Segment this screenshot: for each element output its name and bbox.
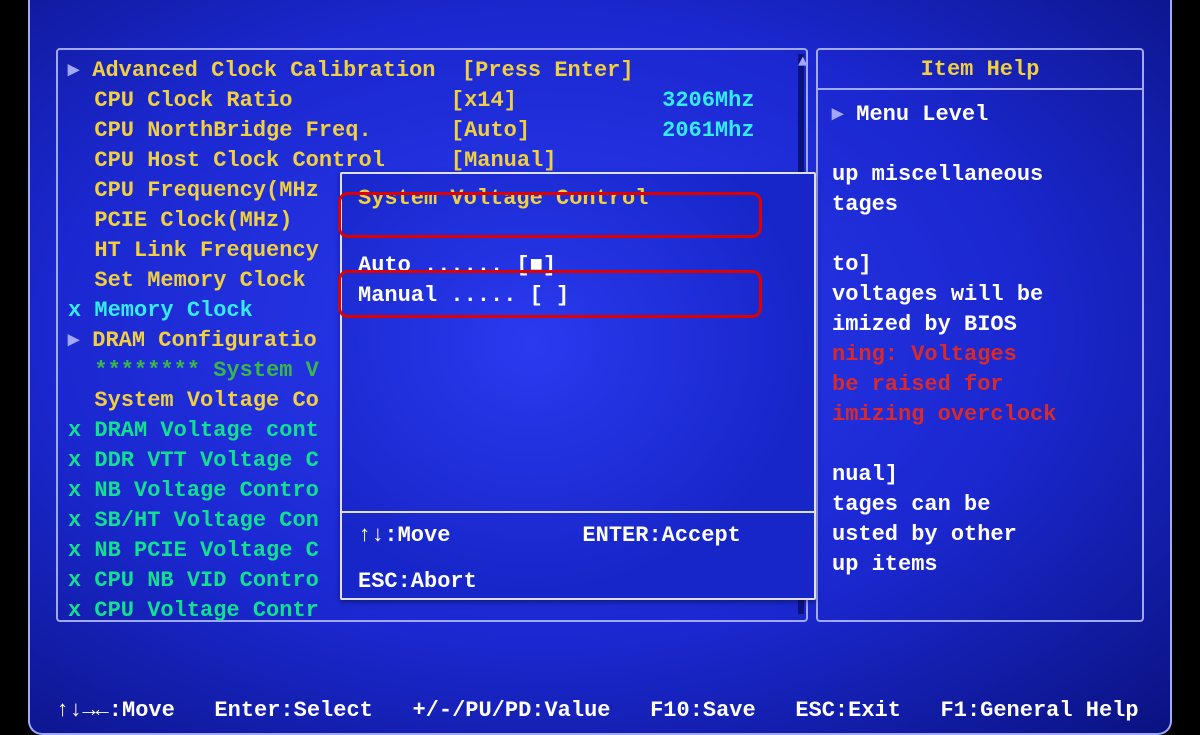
row-label: NB Voltage Contro	[94, 478, 318, 503]
row-prefix-icon	[68, 358, 94, 383]
row-label: HT Link Frequency	[94, 238, 318, 263]
row-prefix-icon: x	[68, 418, 94, 443]
help-line: nual]	[832, 460, 1128, 490]
scroll-up-icon[interactable]: ▲	[798, 54, 804, 70]
help-line: ning: Voltages	[832, 340, 1128, 370]
row-label: DRAM Voltage cont	[94, 418, 318, 443]
help-line: tages can be	[832, 490, 1128, 520]
row-label: CPU Voltage Contr	[94, 598, 318, 623]
row-info: 3206Mhz	[662, 88, 754, 113]
row-prefix-icon	[68, 208, 94, 233]
popup-hint-move: ↑↓:Move ENTER:Accept	[342, 513, 814, 559]
row-label: CPU NB VID Contro	[94, 568, 318, 593]
help-pane: Item Help ▸ Menu Level up miscellaneoust…	[816, 48, 1144, 622]
row-prefix-icon: x	[68, 598, 94, 623]
help-line: up miscellaneous	[832, 160, 1128, 190]
row-label: CPU Host Clock Control	[94, 148, 424, 173]
help-line	[832, 430, 1128, 460]
voltage-popup: System Voltage Control Auto ...... [■] M…	[340, 172, 816, 600]
help-line: up items	[832, 550, 1128, 580]
row-label: DDR VTT Voltage C	[94, 448, 318, 473]
setting-row[interactable]: CPU NorthBridge Freq. [Auto] 2061Mhz	[62, 116, 802, 146]
row-prefix-icon: x	[68, 538, 94, 563]
footer-line-1: ↑↓→←:Move Enter:Select +/-/PU/PD:Value F…	[56, 696, 1144, 726]
help-line: tages	[832, 190, 1128, 220]
option-manual[interactable]: Manual ..... [ ]	[342, 281, 814, 311]
row-label: Advanced Clock Calibration	[92, 58, 435, 83]
row-label: Set Memory Clock	[94, 268, 318, 293]
row-prefix-icon: x	[68, 568, 94, 593]
row-prefix-icon	[68, 178, 94, 203]
row-prefix-icon: x	[68, 298, 94, 323]
row-value: [Manual]	[451, 148, 623, 173]
row-prefix-icon: ▸	[68, 58, 92, 83]
menu-level-label: ▸ Menu Level	[832, 100, 1128, 130]
row-label: DRAM Configuratio	[92, 328, 316, 353]
popup-title: System Voltage Control	[342, 182, 814, 215]
row-prefix-icon	[68, 238, 94, 263]
help-line	[832, 220, 1128, 250]
popup-hint-esc: ESC:Abort	[342, 559, 814, 605]
option-auto[interactable]: Auto ...... [■]	[342, 251, 814, 281]
row-label: System Voltage Co	[94, 388, 318, 413]
row-prefix-icon: x	[68, 508, 94, 533]
row-prefix-icon	[68, 88, 94, 113]
row-prefix-icon	[68, 148, 94, 173]
row-label: CPU NorthBridge Freq.	[94, 118, 424, 143]
help-line: voltages will be	[832, 280, 1128, 310]
footer-hints: ↑↓→←:Move Enter:Select +/-/PU/PD:Value F…	[56, 636, 1144, 735]
row-value: [x14]	[451, 88, 623, 113]
row-label: SB/HT Voltage Con	[94, 508, 318, 533]
row-label: PCIE Clock(MHz)	[94, 208, 318, 233]
bios-screen: ▸ Advanced Clock Calibration [Press Ente…	[28, 0, 1172, 735]
row-prefix-icon: x	[68, 448, 94, 473]
setting-row[interactable]: ▸ Advanced Clock Calibration [Press Ente…	[62, 56, 802, 86]
help-title: Item Help	[818, 50, 1142, 90]
row-label: CPU Frequency(MHz	[94, 178, 318, 203]
row-label: ******** System V	[94, 358, 318, 383]
row-label: Memory Clock	[94, 298, 318, 323]
help-line: be raised for	[832, 370, 1128, 400]
setting-row[interactable]: CPU Clock Ratio [x14] 3206Mhz	[62, 86, 802, 116]
help-line: usted by other	[832, 520, 1128, 550]
row-prefix-icon: x	[68, 478, 94, 503]
row-prefix-icon: ▸	[68, 328, 92, 353]
help-line	[832, 130, 1128, 160]
row-label: NB PCIE Voltage C	[94, 538, 318, 563]
row-prefix-icon	[68, 388, 94, 413]
help-line: imized by BIOS	[832, 310, 1128, 340]
row-value: [Press Enter]	[462, 58, 634, 83]
help-line: imizing overclock	[832, 400, 1128, 430]
row-value: [Auto]	[451, 118, 623, 143]
row-label: CPU Clock Ratio	[94, 88, 424, 113]
row-prefix-icon	[68, 118, 94, 143]
row-prefix-icon	[68, 268, 94, 293]
help-line: to]	[832, 250, 1128, 280]
row-info: 2061Mhz	[662, 118, 754, 143]
